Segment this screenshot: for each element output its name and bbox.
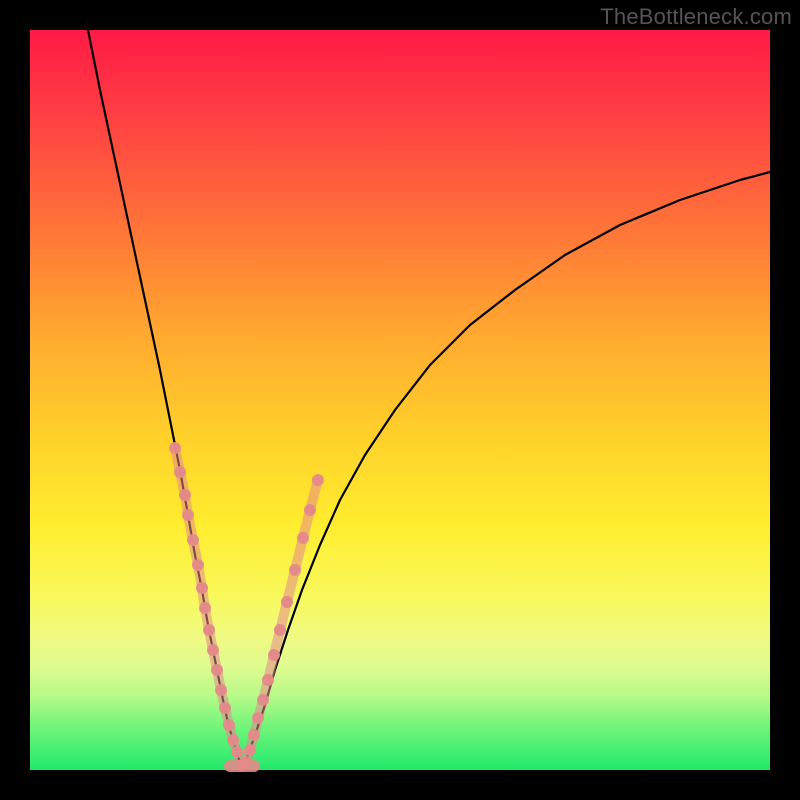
watermark-text: TheBottleneck.com: [600, 4, 792, 30]
bead-group: [169, 442, 324, 771]
chart-plot-area: [30, 30, 770, 770]
curve-group: [88, 30, 770, 768]
chart-svg: [30, 30, 770, 770]
chart-frame: TheBottleneck.com: [0, 0, 800, 800]
